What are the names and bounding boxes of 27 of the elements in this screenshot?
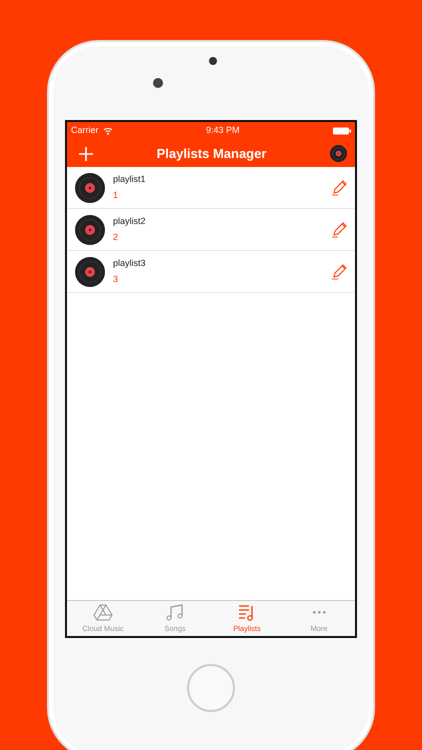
playlist-row[interactable]: playlist3 3 bbox=[67, 251, 355, 293]
song-count: 2 bbox=[113, 231, 120, 244]
add-icon[interactable] bbox=[79, 146, 93, 160]
more-icon bbox=[312, 611, 326, 614]
camera-icon bbox=[153, 78, 163, 88]
playlist-row[interactable]: playlist1 1 bbox=[67, 167, 355, 209]
nav-title: Playlists Manager bbox=[156, 144, 266, 163]
vinyl-disc-icon bbox=[75, 214, 105, 244]
carrier-label: Carrier bbox=[71, 124, 99, 138]
music-note-icon bbox=[165, 604, 185, 621]
vinyl-disc-icon[interactable] bbox=[330, 145, 347, 162]
song-count: 1 bbox=[113, 189, 120, 202]
status-time: 9:43 PM bbox=[206, 124, 240, 138]
vinyl-disc-icon bbox=[75, 256, 105, 286]
playlist-name: playlist2 bbox=[113, 214, 147, 228]
playlist-name: playlist1 bbox=[113, 172, 147, 186]
pencil-icon[interactable] bbox=[331, 264, 347, 280]
song-count: 3 bbox=[113, 273, 120, 286]
vinyl-disc-icon bbox=[75, 172, 105, 202]
playlist-row[interactable]: playlist2 2 bbox=[67, 209, 355, 251]
pencil-icon[interactable] bbox=[331, 222, 347, 238]
wifi-icon bbox=[102, 127, 113, 135]
battery-icon bbox=[332, 127, 351, 135]
speaker-icon bbox=[209, 57, 217, 65]
pencil-icon[interactable] bbox=[331, 180, 347, 196]
triangle-icon bbox=[93, 604, 113, 621]
playlist-name: playlist3 bbox=[113, 256, 147, 270]
